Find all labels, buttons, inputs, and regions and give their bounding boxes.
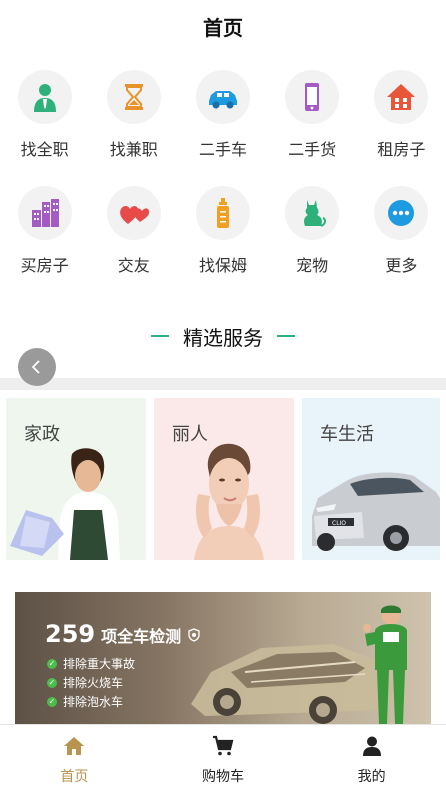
- top-bar: 首页: [0, 0, 446, 52]
- check-icon: ✓: [47, 658, 57, 669]
- category-label: 交友: [117, 256, 150, 275]
- home-icon: [64, 737, 85, 755]
- category-full-time-job[interactable]: 找全职: [0, 70, 89, 186]
- hourglass-icon: [106, 70, 161, 124]
- mechanic-figure: [363, 605, 407, 724]
- category-label: 二手货: [288, 140, 337, 159]
- divider: [0, 378, 446, 390]
- checklist-item: ✓ 排除重大事故: [47, 654, 135, 673]
- chevron-left-icon: [31, 360, 40, 374]
- category-label: 租房子: [377, 140, 426, 159]
- featured-services-heading: 精选服务: [0, 318, 446, 354]
- category-label: 宠物: [296, 256, 329, 275]
- banner-title: 259 项全车检测: [45, 620, 201, 648]
- category-buy-house[interactable]: 买房子: [0, 186, 89, 302]
- car-photo: CLIO: [312, 472, 440, 551]
- buildings-icon: [17, 186, 72, 240]
- category-pets[interactable]: 宠物: [268, 186, 357, 302]
- housekeeping-photo: [10, 448, 120, 560]
- shield-check-icon: [188, 628, 200, 642]
- user-icon: [362, 736, 381, 756]
- baby-bottle-icon: [195, 186, 250, 240]
- banner-checklist: ✓ 排除重大事故 ✓ 排除火烧车 ✓ 排除泡水车: [47, 654, 135, 711]
- category-label: 更多: [385, 256, 418, 275]
- page-title: 首页: [203, 15, 243, 40]
- category-more[interactable]: 更多: [357, 186, 446, 302]
- category-second-hand[interactable]: 二手货: [268, 70, 357, 186]
- beauty-photo: [194, 443, 264, 560]
- category-row-1: 找全职 找兼职 二手车 二手货 租房子: [0, 70, 446, 186]
- service-card-car-life[interactable]: 车生活 CLIO: [302, 398, 440, 560]
- hearts-icon: [106, 186, 161, 240]
- house-icon: [374, 70, 429, 124]
- category-label: 二手车: [198, 140, 247, 159]
- cat-icon: [285, 186, 340, 240]
- tab-home[interactable]: 首页: [0, 725, 149, 794]
- banner-heading: 项全车检测: [101, 627, 182, 646]
- checklist-text: 排除泡水车: [63, 695, 124, 709]
- tab-label: 购物车: [202, 769, 244, 785]
- category-used-car[interactable]: 二手车: [178, 70, 267, 186]
- checklist-item: ✓ 排除火烧车: [47, 673, 135, 692]
- category-dating[interactable]: 交友: [89, 186, 178, 302]
- phone-icon: [285, 70, 340, 124]
- category-part-time-job[interactable]: 找兼职: [89, 70, 178, 186]
- checklist-item: ✓ 排除泡水车: [47, 692, 135, 711]
- back-button[interactable]: [18, 348, 56, 386]
- check-icon: ✓: [47, 696, 57, 707]
- car-icon: [195, 70, 250, 124]
- category-grid: 找全职 找兼职 二手车 二手货 租房子 买房子 交友 找保姆 宠物 更多: [0, 70, 446, 302]
- check-icon: ✓: [47, 677, 57, 688]
- category-rent-house[interactable]: 租房子: [357, 70, 446, 186]
- service-card-beauty[interactable]: 丽人: [154, 398, 294, 560]
- bottom-tab-bar: 首页 购物车 我的: [0, 724, 446, 794]
- cart-icon: [213, 735, 234, 756]
- tab-cart[interactable]: 购物车: [149, 725, 298, 794]
- checklist-text: 排除火烧车: [63, 676, 124, 690]
- banner-number: 259: [45, 620, 96, 648]
- tab-label: 首页: [60, 769, 89, 785]
- service-cards: 家政 丽人 车生活 CLIO: [0, 398, 446, 562]
- person-tie-icon: [17, 70, 72, 124]
- service-card-housekeeping[interactable]: 家政: [6, 398, 146, 560]
- svg-text:CLIO: CLIO: [332, 520, 346, 527]
- category-label: 找保姆: [198, 256, 247, 275]
- divider: [151, 335, 169, 337]
- category-label: 找全职: [20, 140, 69, 159]
- section-title: 精选服务: [183, 325, 263, 350]
- category-row-2: 买房子 交友 找保姆 宠物 更多: [0, 186, 446, 302]
- car-inspection-banner[interactable]: 259 项全车检测 ✓ 排除重大事故 ✓ 排除火烧车 ✓ 排除泡水车: [15, 592, 431, 724]
- category-label: 买房子: [20, 256, 69, 275]
- tab-label: 我的: [357, 769, 386, 785]
- more-dots-icon: [374, 186, 429, 240]
- checklist-text: 排除重大事故: [63, 657, 136, 671]
- category-label: 找兼职: [109, 140, 158, 159]
- divider: [277, 335, 295, 337]
- category-nanny[interactable]: 找保姆: [178, 186, 267, 302]
- tab-profile[interactable]: 我的: [297, 725, 446, 794]
